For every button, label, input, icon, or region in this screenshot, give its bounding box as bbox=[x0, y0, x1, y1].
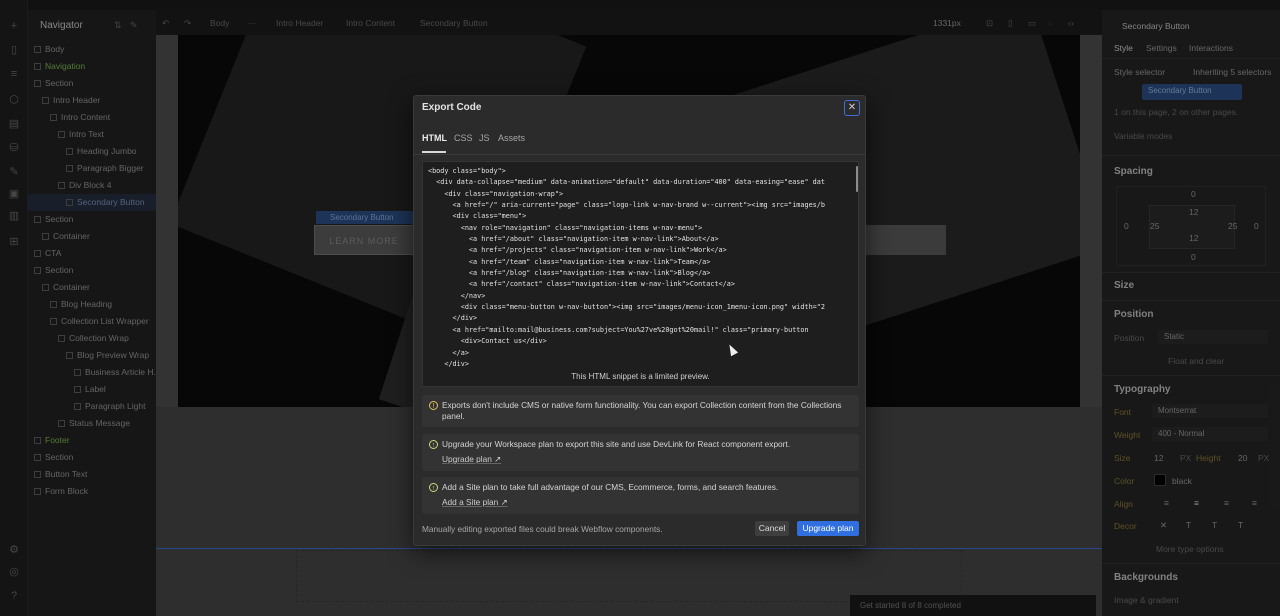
divider bbox=[414, 154, 865, 155]
upgrade-plan-button[interactable]: Upgrade plan bbox=[797, 521, 859, 536]
code-line: <body class="body"> bbox=[428, 167, 506, 175]
code-line: <div class="menu"> bbox=[428, 212, 527, 221]
upgrade-icon: ↑ bbox=[429, 440, 438, 449]
code-scrollbar[interactable] bbox=[856, 166, 858, 192]
add-site-plan-link[interactable]: Add a Site plan ↗ bbox=[442, 497, 508, 507]
footer-note: Manually editing exported files could br… bbox=[422, 524, 663, 534]
preview-note: This HTML snippet is a limited preview. bbox=[571, 372, 710, 381]
code-line: </a> bbox=[428, 348, 469, 357]
modal-title: Export Code bbox=[422, 102, 482, 113]
code-line: </div> bbox=[428, 359, 469, 368]
info-text: Add a Site plan to take full advantage o… bbox=[442, 482, 779, 492]
warning-icon: ! bbox=[429, 401, 438, 410]
info-box-cms: ! Exports don't include CMS or native fo… bbox=[422, 395, 859, 427]
code-line: <a href="/contact" class="navigation-ite… bbox=[428, 280, 735, 289]
active-tab-indicator bbox=[422, 151, 446, 153]
code-line: </div> bbox=[428, 314, 478, 323]
code-line: <a href="mailto:mail@business.com?subjec… bbox=[428, 325, 809, 334]
tab-js[interactable]: JS bbox=[479, 133, 490, 143]
info-text: Exports don't include CMS or native form… bbox=[442, 400, 842, 421]
upgrade-plan-link[interactable]: Upgrade plan ↗ bbox=[442, 454, 501, 464]
code-line: <a href="/about" class="navigation-item … bbox=[428, 235, 719, 244]
code-line: </nav> bbox=[428, 291, 486, 300]
code-line: <a href="/blog" class="navigation-item w… bbox=[428, 269, 711, 278]
info-box-site-plan: ↑ Add a Site plan to take full advantage… bbox=[422, 477, 859, 514]
export-code-modal: Export Code ✕ HTML CSS JS Assets <body c… bbox=[413, 95, 866, 546]
tab-assets[interactable]: Assets bbox=[498, 133, 525, 143]
code-lines: <body class="body"> <div data-collapse="… bbox=[428, 166, 854, 370]
code-preview[interactable]: <body class="body"> <div data-collapse="… bbox=[422, 161, 859, 387]
info-box-upgrade: ↑ Upgrade your Workspace plan to export … bbox=[422, 434, 859, 471]
code-line: <a href="/" aria-current="page" class="l… bbox=[428, 201, 825, 210]
code-line: <div class="menu-button w-nav-button"><i… bbox=[428, 303, 825, 312]
cancel-button[interactable]: Cancel bbox=[755, 521, 789, 536]
code-line: <div data-collapse="medium" data-animati… bbox=[428, 178, 825, 187]
code-line: <div>Contact us</div> bbox=[428, 337, 547, 346]
code-line: <nav role="navigation" class="navigation… bbox=[428, 223, 703, 232]
tab-css[interactable]: CSS bbox=[454, 133, 473, 143]
tab-html[interactable]: HTML bbox=[422, 133, 447, 143]
code-line: <div class="navigation-wrap"> bbox=[428, 189, 564, 198]
info-text: Upgrade your Workspace plan to export th… bbox=[442, 439, 791, 449]
close-icon[interactable]: ✕ bbox=[844, 100, 860, 116]
code-line: <a href="/team" class="navigation-item w… bbox=[428, 257, 711, 266]
code-line: <a href="/projects" class="navigation-it… bbox=[428, 246, 727, 255]
webflow-designer: + ▯ ≡ ⬡ ▤ ⛁ ✎ ▣ ▥ ⊞ ⚙ ◎ ? Navigator ⇅ ✎ … bbox=[0, 0, 1280, 616]
upgrade-icon: ↑ bbox=[429, 483, 438, 492]
